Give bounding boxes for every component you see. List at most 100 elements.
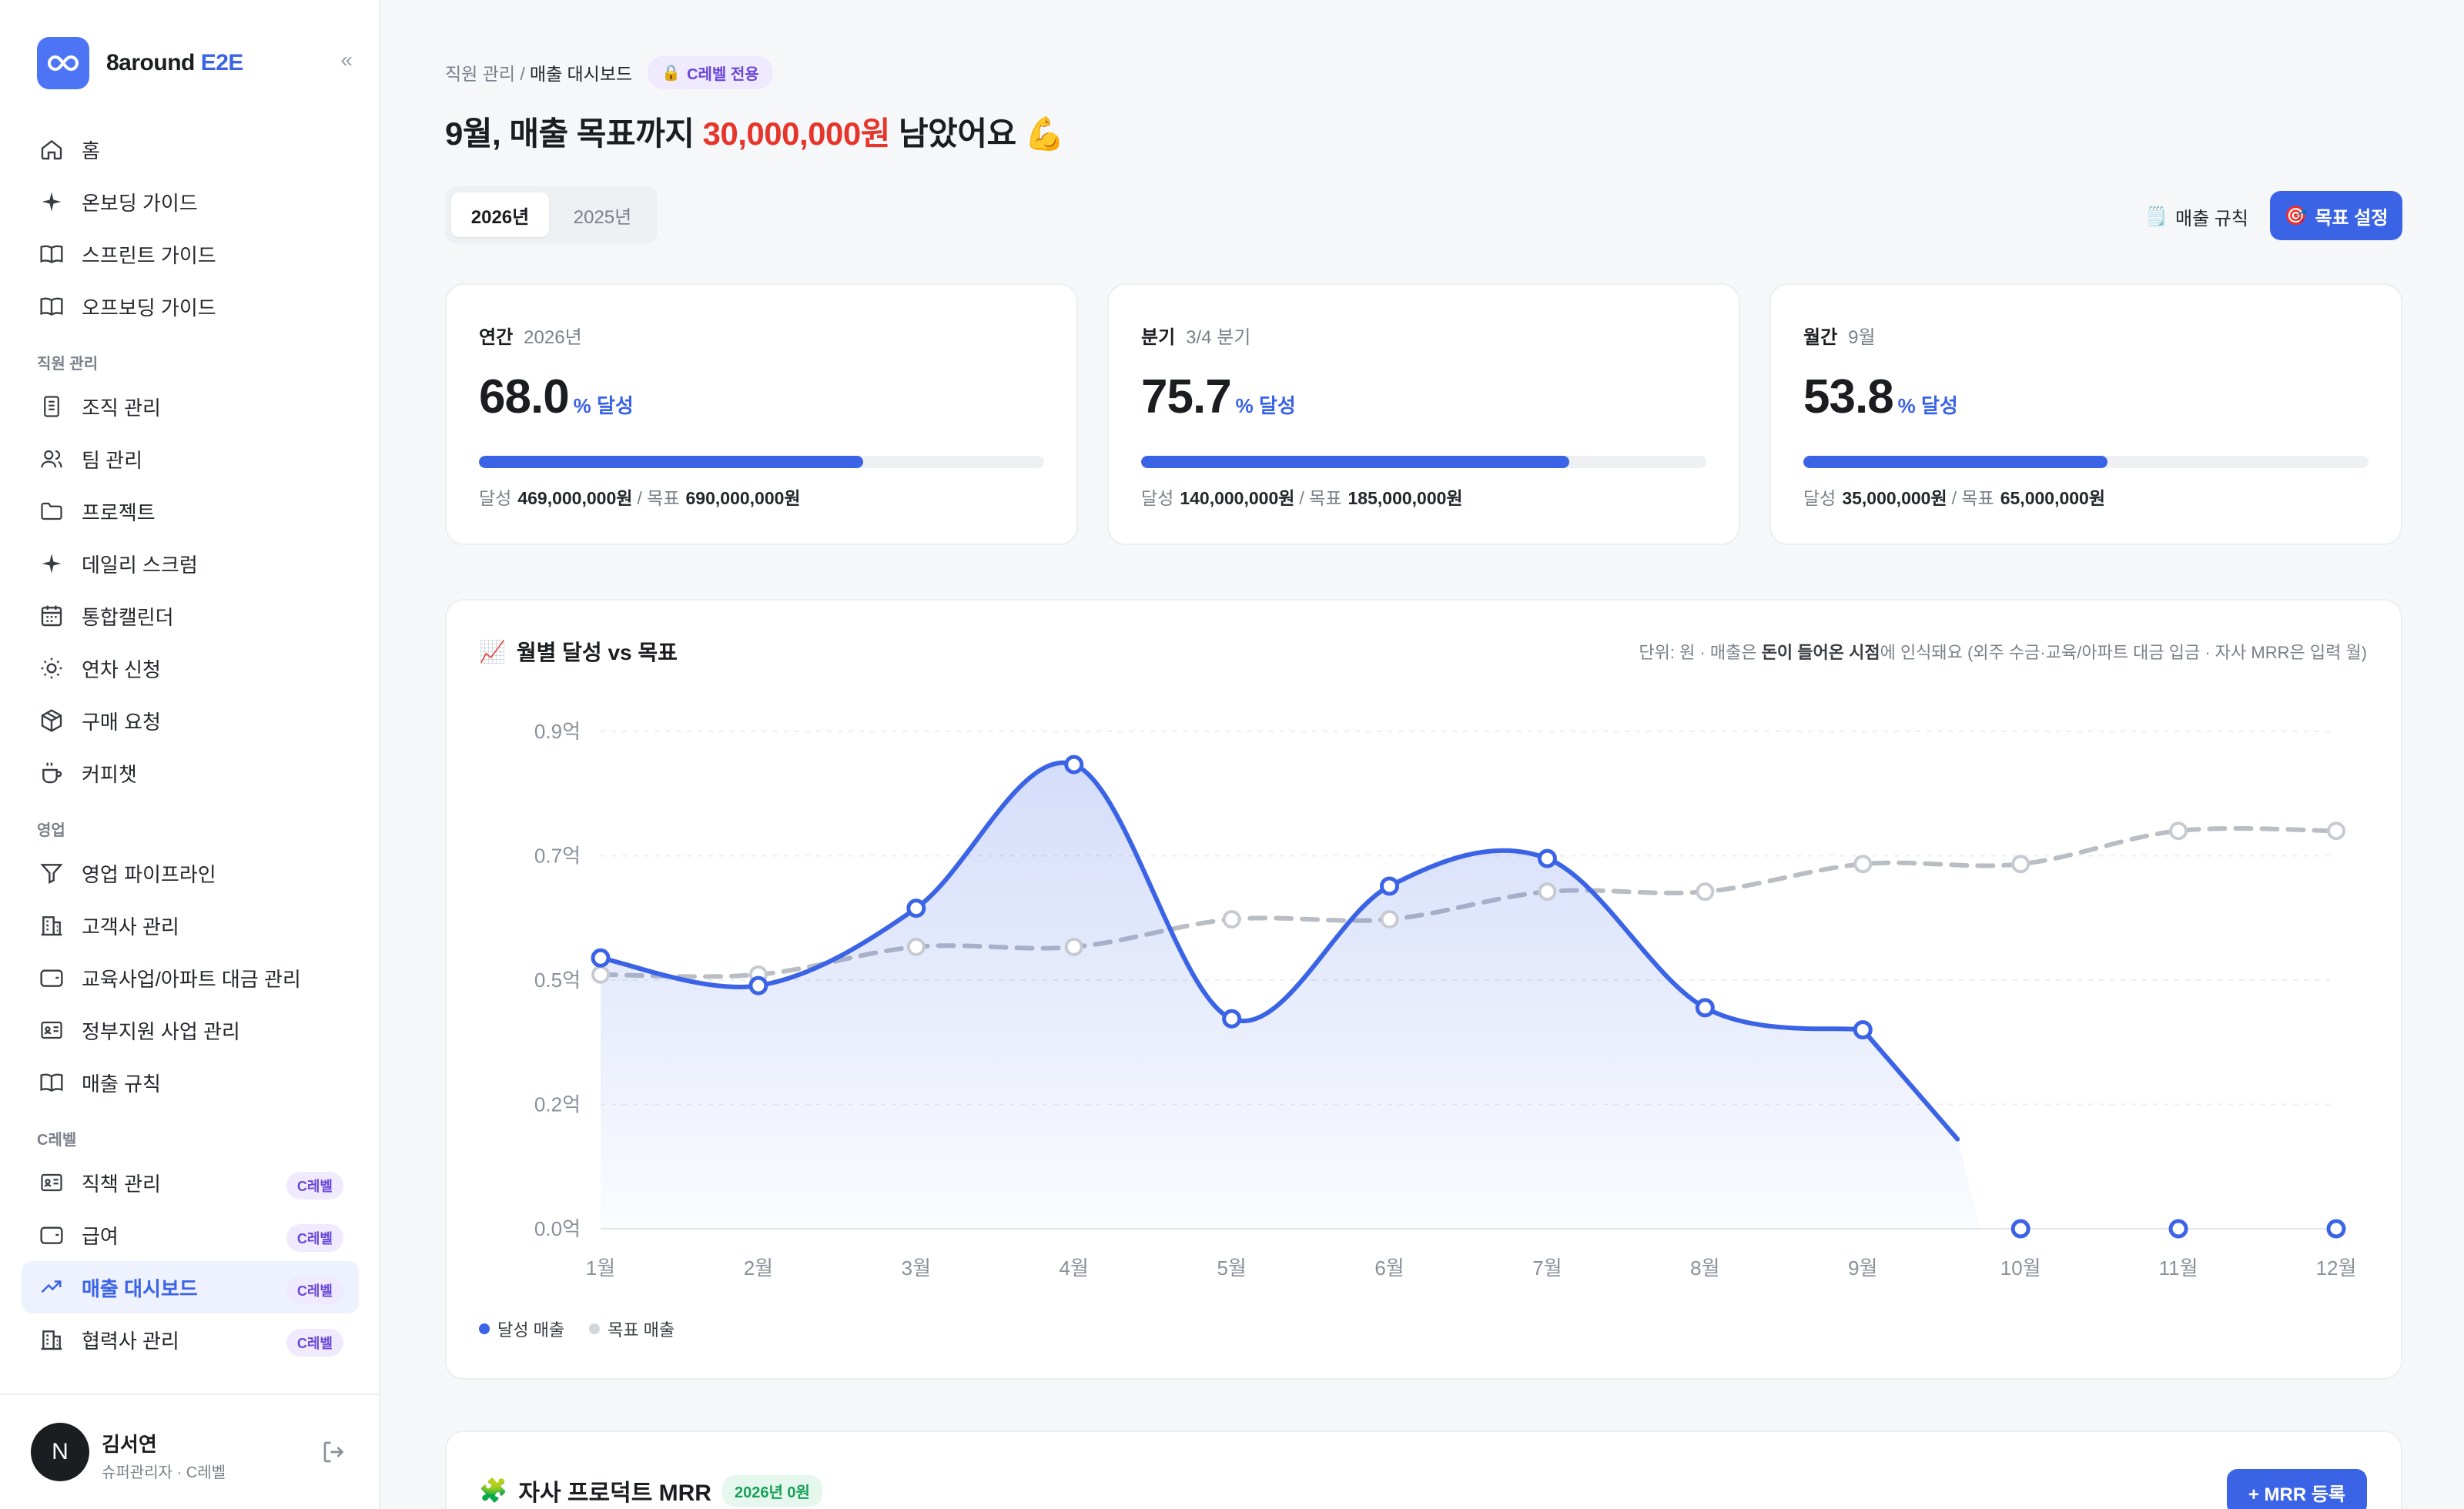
point-target xyxy=(1380,910,1399,929)
sidebar-item-label: 매출 대시보드 xyxy=(82,1276,198,1300)
sidebar-item-label: 영업 파이프라인 xyxy=(82,862,216,886)
sidebar-item-purchase[interactable]: 구매 요청 xyxy=(22,694,359,747)
logout-icon[interactable] xyxy=(320,1438,348,1470)
breadcrumb-parent[interactable]: 직원 관리 / xyxy=(445,59,525,85)
x-tick-label: 1월 xyxy=(586,1256,615,1280)
sidebar-item-partners[interactable]: 협력사 관리 C레벨 xyxy=(22,1313,359,1366)
sidebar-nav: 홈 온보딩 가이드 스프린트 가이드 오프보딩 가이드 직원 관리 조직 관리 … xyxy=(22,123,359,1366)
brand: 8around E2E « xyxy=(37,37,353,89)
sidebar-item-billing[interactable]: 교육사업/아파트 대금 관리 xyxy=(22,952,359,1004)
point-achieved xyxy=(906,898,926,918)
x-tick-label: 11월 xyxy=(2159,1256,2198,1280)
user-panel: N 김서연 슈퍼관리자 · C레벨 xyxy=(0,1394,379,1509)
sidebar-item-label: 구매 요청 xyxy=(82,710,161,734)
sidebar-item-label: 연차 신청 xyxy=(82,657,161,681)
set-goal-button[interactable]: 🎯 목표 설정 xyxy=(2270,191,2402,240)
building-icon xyxy=(37,911,66,940)
add-mrr-button[interactable]: + MRR 등록 xyxy=(2226,1469,2367,1509)
y-tick-label: 0.9억 xyxy=(534,720,581,743)
sidebar-item-clients[interactable]: 고객사 관리 xyxy=(22,899,359,952)
sidebar-item-label: 매출 규칙 xyxy=(82,1072,161,1096)
point-target xyxy=(1696,882,1715,902)
point-achieved xyxy=(2010,1219,2030,1239)
point-target xyxy=(591,965,610,984)
sidebar-item-onboarding[interactable]: 온보딩 가이드 xyxy=(22,176,359,228)
sidebar-item-org[interactable]: 조직 관리 xyxy=(22,380,359,433)
breadcrumb-current: 매출 대시보드 xyxy=(529,64,633,84)
sidebar-item-coffee[interactable]: 커피챗 xyxy=(22,747,359,799)
sidebar-item-label: 데일리 스크럼 xyxy=(82,553,198,577)
sidebar-item-scrum[interactable]: 데일리 스크럼 xyxy=(22,537,359,590)
revenue-rules-button[interactable]: 🗒️ 매출 규칙 xyxy=(2144,192,2248,240)
kpi-summary: 달성 35,000,000원 / 목표 65,000,000원 xyxy=(1803,488,2105,508)
sidebar-item-label: 홈 xyxy=(82,139,100,162)
point-target xyxy=(2011,855,2030,874)
id-card-icon xyxy=(37,1168,66,1197)
point-target xyxy=(1853,855,1873,874)
x-tick-label: 2월 xyxy=(744,1256,773,1280)
mrr-badge: 2026년 0원 xyxy=(721,1474,822,1507)
sidebar-item-payroll[interactable]: 급여 C레벨 xyxy=(22,1209,359,1261)
kpi-summary: 달성 140,000,000원 / 목표 185,000,000원 xyxy=(1141,488,1463,508)
sidebar-item-revenue-dashboard[interactable]: 매출 대시보드 C레벨 xyxy=(22,1261,359,1313)
sidebar-item-offboarding[interactable]: 오프보딩 가이드 xyxy=(22,280,359,333)
sidebar-item-positions[interactable]: 직책 관리 C레벨 xyxy=(22,1156,359,1209)
users-icon xyxy=(37,444,66,473)
sidebar-item-project[interactable]: 프로젝트 xyxy=(22,485,359,537)
sidebar-item-sprint-guide[interactable]: 스프린트 가이드 xyxy=(22,228,359,280)
sidebar-item-leave[interactable]: 연차 신청 xyxy=(22,642,359,694)
x-tick-label: 4월 xyxy=(1060,1256,1089,1280)
clevel-badge: C레벨 xyxy=(286,1224,343,1252)
puzzle-icon: 🧩 xyxy=(479,1477,508,1504)
user-role: 슈퍼관리자 · C레벨 xyxy=(102,1464,226,1481)
tab-year-2025[interactable]: 2025년 xyxy=(554,192,651,237)
document-icon xyxy=(37,392,66,421)
sparkle-icon xyxy=(37,549,66,578)
memo-icon: 🗒️ xyxy=(2144,206,2168,227)
sidebar-item-team[interactable]: 팀 관리 xyxy=(22,433,359,485)
point-achieved xyxy=(1380,876,1400,896)
sidebar-item-label: 정부지원 사업 관리 xyxy=(82,1019,240,1043)
package-icon xyxy=(37,706,66,735)
point-target xyxy=(906,937,926,956)
clevel-badge: C레벨 xyxy=(286,1172,343,1200)
book-icon xyxy=(37,239,66,269)
x-tick-label: 8월 xyxy=(1690,1256,1719,1280)
sidebar-item-calendar[interactable]: 통합캘린더 xyxy=(22,590,359,642)
kpi-percent: 75.7 xyxy=(1141,370,1232,423)
lock-icon: 🔒 xyxy=(661,64,681,82)
sidebar-item-home[interactable]: 홈 xyxy=(22,123,359,176)
trending-up-icon xyxy=(37,1273,66,1302)
brand-name: 8around E2E xyxy=(106,50,243,75)
clevel-badge: C레벨 xyxy=(286,1329,343,1357)
sidebar-item-label: 조직 관리 xyxy=(82,396,161,420)
kpi-summary: 달성 469,000,000원 / 목표 690,000,000원 xyxy=(479,488,801,508)
x-tick-label: 9월 xyxy=(1848,1256,1877,1280)
sidebar-item-label: 스프린트 가이드 xyxy=(82,243,216,267)
kpi-card-quarter: 분기 3/4 분기 75.7% 달성 달성 140,000,000원 / 목표 185,… xyxy=(1107,283,1740,545)
collapse-sidebar-icon[interactable]: « xyxy=(340,48,353,72)
sidebar-item-revenue-rules[interactable]: 매출 규칙 xyxy=(22,1056,359,1109)
point-target xyxy=(1222,910,1241,929)
main-content: 직원 관리 / 매출 대시보드 🔒 C레벨 전용 9월, 매출 목표까지 30,0… xyxy=(445,0,2402,1509)
user-name: 김서연 xyxy=(102,1433,157,1456)
legend-item-target[interactable]: 목표 매출 xyxy=(589,1317,675,1341)
avatar[interactable]: N xyxy=(31,1423,89,1481)
wallet-icon xyxy=(37,1220,66,1250)
x-tick-label: 6월 xyxy=(1374,1256,1404,1280)
sidebar-item-gov[interactable]: 정부지원 사업 관리 xyxy=(22,1004,359,1056)
point-target xyxy=(2327,821,2345,841)
clevel-badge: C레벨 xyxy=(286,1276,343,1304)
tab-year-2026[interactable]: 2026년 xyxy=(451,192,549,237)
point-achieved xyxy=(2326,1219,2346,1239)
sidebar-item-label: 프로젝트 xyxy=(82,500,156,524)
x-tick-label: 12월 xyxy=(2316,1256,2357,1280)
legend-item-achieved[interactable]: 달성 매출 xyxy=(479,1317,564,1341)
kpi-card-month: 월간 9월 53.8% 달성 달성 35,000,000원 / 목표 65,000,00… xyxy=(1769,283,2402,545)
point-achieved xyxy=(1222,1009,1242,1029)
sidebar-item-pipeline[interactable]: 영업 파이프라인 xyxy=(22,847,359,899)
sidebar-item-label: 고객사 관리 xyxy=(82,915,179,939)
folder-icon xyxy=(37,497,66,526)
sidebar-item-label: 커피챗 xyxy=(82,762,137,786)
x-tick-label: 10월 xyxy=(2000,1256,2041,1280)
